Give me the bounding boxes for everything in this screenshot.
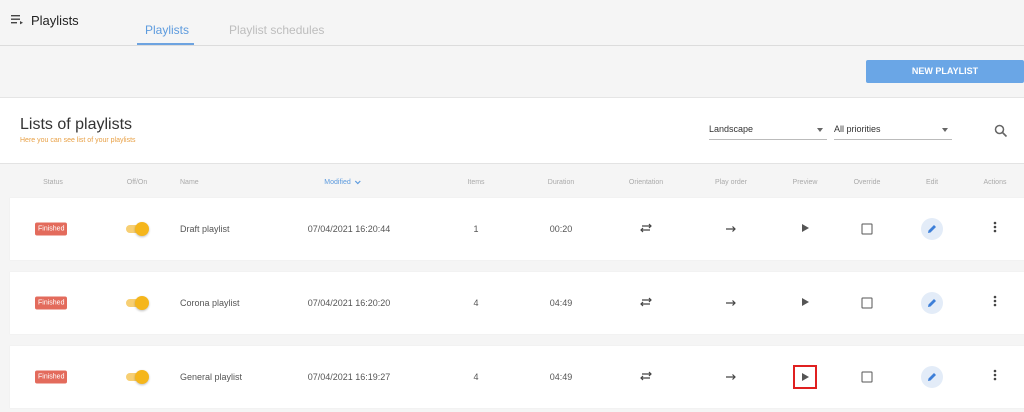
modified-date: 07/04/2021 16:19:27: [307, 372, 391, 382]
more-actions-icon[interactable]: [993, 368, 997, 386]
edit-button[interactable]: [921, 366, 943, 388]
play-order-sequential-icon: [725, 294, 737, 312]
pencil-icon: [928, 225, 936, 233]
enabled-toggle[interactable]: [126, 295, 149, 311]
play-order-sequential-icon: [725, 220, 737, 238]
pencil-icon: [928, 299, 936, 307]
enabled-toggle[interactable]: [126, 221, 149, 237]
column-header-actions[interactable]: Actions: [984, 179, 1007, 186]
chevron-down-icon: [817, 128, 823, 132]
column-header-play-order[interactable]: Play order: [715, 179, 747, 186]
duration: 04:49: [549, 372, 573, 382]
pencil-icon: [928, 373, 936, 381]
modified-date: 07/04/2021 16:20:44: [307, 224, 391, 234]
column-header-modified[interactable]: Modified: [324, 179, 362, 186]
app-title: Playlists: [31, 13, 79, 28]
status-badge: Finished: [35, 296, 68, 310]
enabled-toggle[interactable]: [126, 369, 149, 385]
orientation-landscape-icon: [639, 220, 653, 238]
page-title: Lists of playlists: [20, 116, 133, 133]
orientation-select-value: Landscape: [709, 124, 754, 134]
status-badge: Finished: [35, 222, 68, 236]
search-icon[interactable]: [994, 124, 1008, 138]
duration: 00:20: [549, 224, 573, 234]
orientation-landscape-icon: [639, 294, 653, 312]
orientation-landscape-icon: [639, 368, 653, 386]
table-row[interactable]: Finished General playlist 07/04/2021 16:…: [10, 346, 1024, 408]
table-row[interactable]: Finished Corona playlist 07/04/2021 16:2…: [10, 272, 1024, 334]
column-header-modified-label: Modified: [324, 179, 351, 186]
menu-icon[interactable]: [10, 13, 24, 27]
new-playlist-button[interactable]: NEW PLAYLIST: [866, 60, 1024, 83]
more-actions-icon[interactable]: [993, 294, 997, 312]
preview-play-icon[interactable]: [800, 294, 810, 312]
edit-button[interactable]: [921, 292, 943, 314]
column-header-duration[interactable]: Duration: [548, 179, 574, 186]
column-header-edit[interactable]: Edit: [926, 179, 938, 186]
page-subtitle: Here you can see list of your playlists: [20, 137, 136, 144]
chevron-down-icon: [942, 128, 948, 132]
column-header-status[interactable]: Status: [43, 179, 63, 186]
playlist-name[interactable]: Corona playlist: [180, 298, 240, 308]
items-count: 1: [473, 224, 479, 234]
tab-playlist-schedules[interactable]: Playlist schedules: [229, 23, 324, 37]
status-badge: Finished: [35, 370, 68, 384]
priority-select-value: All priorities: [834, 124, 881, 134]
column-header-onoff[interactable]: Off/On: [127, 179, 148, 186]
toggle-knob: [135, 296, 149, 310]
items-count: 4: [473, 298, 479, 308]
play-order-sequential-icon: [725, 368, 737, 386]
duration: 04:49: [549, 298, 573, 308]
items-count: 4: [473, 372, 479, 382]
column-header-preview[interactable]: Preview: [793, 179, 818, 186]
tab-playlists[interactable]: Playlists: [145, 23, 189, 37]
toggle-knob: [135, 370, 149, 384]
column-header-items[interactable]: Items: [467, 179, 484, 186]
column-header-override[interactable]: Override: [854, 179, 881, 186]
playlist-name[interactable]: General playlist: [180, 372, 242, 382]
preview-play-icon[interactable]: [800, 220, 810, 238]
chevron-down-icon: [355, 180, 362, 185]
top-bar: Playlists Playlists Playlist schedules: [0, 0, 1024, 46]
modified-date: 07/04/2021 16:20:20: [307, 298, 391, 308]
orientation-select[interactable]: Landscape: [709, 120, 827, 140]
toggle-knob: [135, 222, 149, 236]
column-header-orientation[interactable]: Orientation: [629, 179, 663, 186]
play-icon: [802, 373, 809, 381]
column-header-name[interactable]: Name: [180, 179, 199, 186]
override-checkbox[interactable]: [861, 223, 873, 235]
preview-play-button-highlighted[interactable]: [793, 365, 817, 389]
override-checkbox[interactable]: [861, 297, 873, 309]
playlist-name[interactable]: Draft playlist: [180, 224, 230, 234]
more-actions-icon[interactable]: [993, 220, 997, 238]
table-row[interactable]: Finished Draft playlist 07/04/2021 16:20…: [10, 198, 1024, 260]
priority-select[interactable]: All priorities: [834, 120, 952, 140]
active-tab-indicator: [137, 43, 194, 45]
edit-button[interactable]: [921, 218, 943, 240]
override-checkbox[interactable]: [861, 371, 873, 383]
